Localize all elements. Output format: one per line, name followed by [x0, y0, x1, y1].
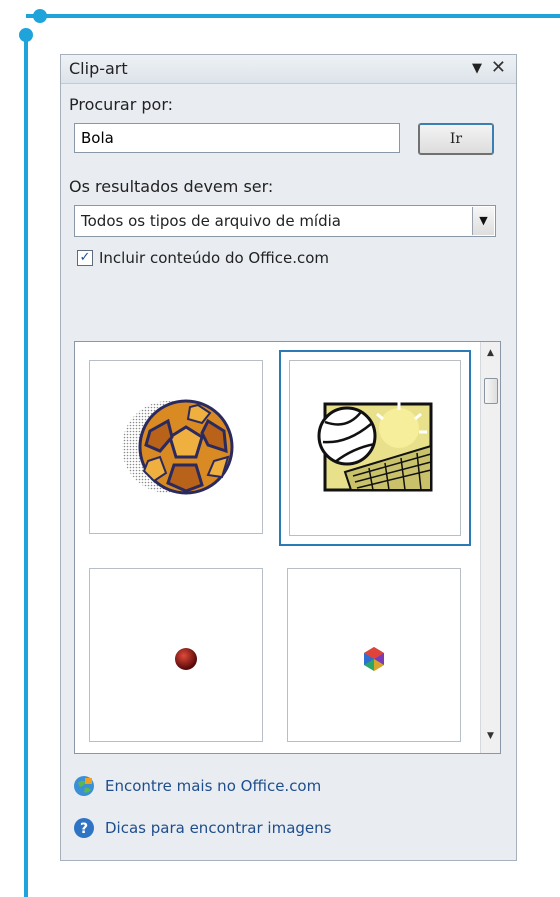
search-input[interactable]: [74, 123, 400, 153]
result-thumbnail-soccer-ball[interactable]: [89, 360, 263, 534]
scroll-down-arrow-icon[interactable]: ▼: [481, 731, 500, 747]
pane-options-chevron-down-icon[interactable]: ▼: [472, 61, 482, 76]
result-thumbnail-colorful-ball[interactable]: [287, 568, 461, 742]
close-icon[interactable]: ✕: [491, 57, 506, 78]
red-ball-icon: [175, 648, 197, 670]
soccer-ball-icon: [122, 399, 234, 495]
scroll-thumb[interactable]: [484, 378, 498, 404]
svg-text:?: ?: [80, 821, 88, 837]
result-thumbnail-red-ball[interactable]: [89, 568, 263, 742]
search-label: Procurar por:: [69, 95, 173, 114]
include-office-label: Incluir conteúdo do Office.com: [99, 249, 330, 267]
pane-titlebar: Clip-art ▼ ✕: [61, 55, 516, 84]
colorful-ball-icon: [364, 647, 384, 671]
clip-art-results-grid: ▲ ▼: [74, 341, 501, 754]
clip-art-pane: Clip-art ▼ ✕ Procurar por: Ir Os resulta…: [60, 54, 517, 861]
result-thumbnail-volleyball[interactable]: [279, 350, 471, 546]
results-scrollbar[interactable]: ▲ ▼: [480, 342, 500, 753]
pane-title: Clip-art: [69, 59, 128, 78]
include-office-checkbox[interactable]: ✓: [77, 250, 93, 266]
frame-left-line: [24, 36, 28, 897]
go-button[interactable]: Ir: [418, 123, 494, 155]
frame-dot-left: [19, 28, 33, 42]
volleyball-icon: [317, 402, 433, 492]
help-icon: ?: [74, 818, 94, 838]
frame-dot-top: [33, 9, 47, 23]
media-type-selected-value: Todos os tipos de arquivo de mídia: [81, 212, 341, 230]
office-globe-icon: [74, 776, 94, 796]
office-link-text[interactable]: Encontre mais no Office.com: [105, 777, 321, 795]
media-type-select[interactable]: Todos os tipos de arquivo de mídia ▼: [74, 205, 496, 237]
select-chevron-down-icon[interactable]: ▼: [472, 207, 494, 235]
results-filter-label: Os resultados devem ser:: [69, 177, 274, 196]
tips-link-text[interactable]: Dicas para encontrar imagens: [105, 819, 331, 837]
scroll-up-arrow-icon[interactable]: ▲: [481, 348, 500, 364]
frame-top-line: [26, 14, 560, 18]
